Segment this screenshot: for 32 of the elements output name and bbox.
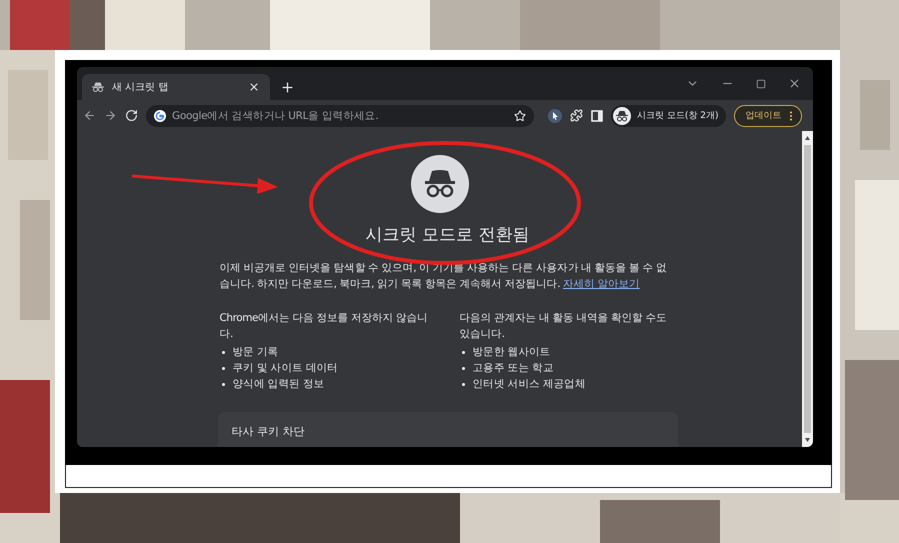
learn-more-link[interactable]: 자세히 알아보기 <box>563 278 640 290</box>
update-button[interactable]: 업데이트 <box>734 104 802 126</box>
bookmark-star-icon[interactable] <box>514 110 526 122</box>
list-item: 인터넷 서비스 제공업체 <box>460 376 676 392</box>
page-title: 시크릿 모드로 전환됨 <box>364 224 530 246</box>
extensions-icon[interactable] <box>570 109 583 122</box>
card-title: 타사 쿠키 차단 <box>232 425 304 438</box>
incognito-icon <box>410 155 468 213</box>
extension-icon[interactable] <box>548 108 562 122</box>
profile-button[interactable]: 시크릿 모드(창 2개) <box>611 104 726 126</box>
column-heading: 다음의 관계자는 내 활동 내역을 확인할 수도 있습니다. <box>460 311 668 342</box>
incognito-icon <box>92 82 104 92</box>
side-panel-icon[interactable] <box>591 110 603 122</box>
google-icon <box>154 110 166 122</box>
new-tab-icon[interactable] <box>280 80 295 95</box>
list-item: 고용주 또는 학교 <box>460 360 676 376</box>
list-item: 방문 기록 <box>220 344 436 360</box>
list-item: 방문한 웹사이트 <box>460 344 676 360</box>
list-item: 양식에 입력된 정보 <box>220 376 436 392</box>
tab-title: 새 시크릿 탭 <box>112 81 170 94</box>
incognito-avatar-icon <box>613 106 631 124</box>
browser-tab[interactable]: 새 시크릿 탭 <box>82 74 270 100</box>
close-icon[interactable] <box>248 81 260 93</box>
maximize-icon[interactable] <box>756 78 766 88</box>
list-item: 쿠키 및 사이트 데이터 <box>220 360 436 376</box>
reload-icon[interactable] <box>125 109 138 122</box>
address-bar[interactable]: Google에서 검색하거나 URL을 입력하세요. <box>146 104 534 126</box>
forward-icon[interactable] <box>104 109 117 122</box>
close-icon[interactable] <box>788 77 801 90</box>
column-heading: Chrome에서는 다음 정보를 저장하지 않습니다. <box>220 311 429 342</box>
back-icon[interactable] <box>83 109 96 122</box>
scrollbar[interactable] <box>802 131 813 447</box>
